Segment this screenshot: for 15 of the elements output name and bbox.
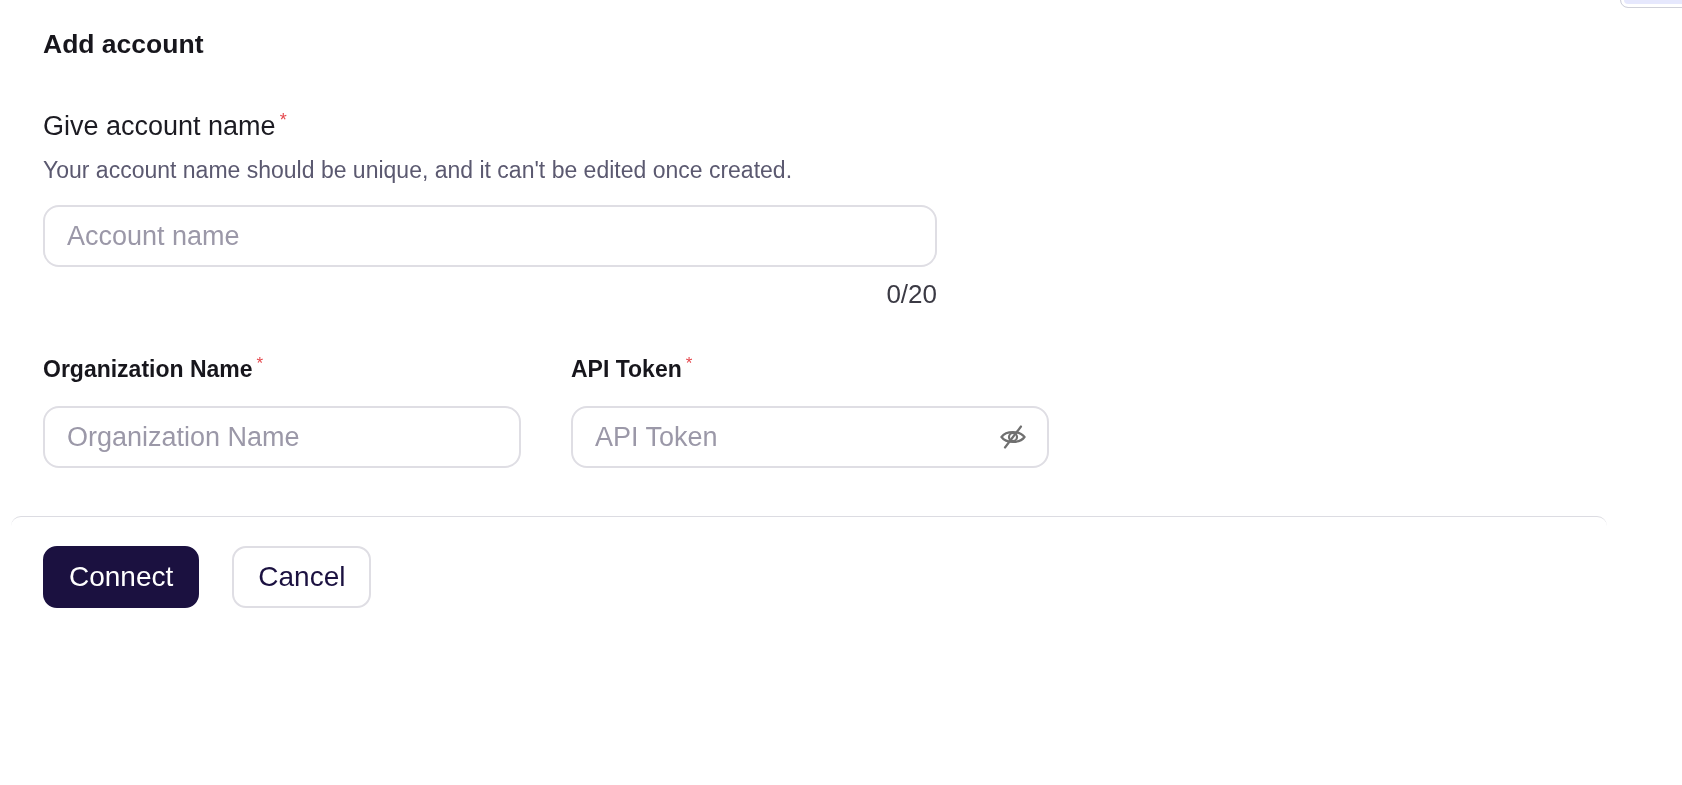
- field-label: Organization Name: [43, 355, 253, 383]
- field-label: API Token: [571, 355, 682, 383]
- field-hint: Your account name should be unique, and it can't be edited once created.: [43, 156, 793, 184]
- eye-off-icon[interactable]: [1000, 425, 1026, 449]
- required-asterisk: *: [279, 111, 287, 129]
- cancel-button[interactable]: Cancel: [232, 546, 372, 608]
- required-asterisk: *: [256, 355, 264, 372]
- account-name-field[interactable]: Account name: [43, 205, 937, 267]
- required-asterisk: *: [685, 355, 693, 372]
- connect-button[interactable]: Connect: [43, 546, 200, 608]
- text-field[interactable]: Organization Name: [43, 406, 521, 468]
- dialog-title: Add account: [43, 28, 204, 60]
- character-counter: 0/20: [886, 279, 937, 309]
- password-field[interactable]: API Token: [571, 406, 1049, 468]
- field-label: Give account name: [43, 110, 276, 142]
